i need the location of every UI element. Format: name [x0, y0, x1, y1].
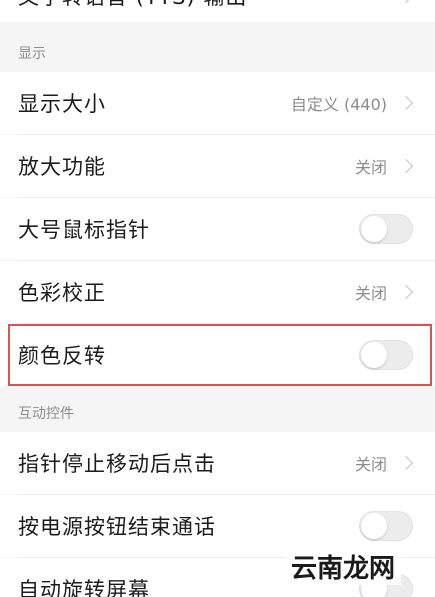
tts-output-row[interactable]: 文字转语音 (TTS) 输出 [0, 0, 435, 22]
chevron-right-icon [398, 158, 414, 174]
chevron-right-icon [398, 95, 414, 111]
color-correction-row[interactable]: 色彩校正 关闭 [0, 261, 435, 323]
magnification-row[interactable]: 放大功能 关闭 [0, 135, 435, 197]
power-ends-call-row[interactable]: 按电源按钮结束通话 [0, 495, 435, 557]
toggle-knob [361, 216, 387, 242]
color-inversion-row[interactable]: 颜色反转 [0, 324, 435, 386]
site-watermark: 云南龙网 [284, 553, 401, 585]
display-size-label: 显示大小 [18, 92, 106, 116]
power-ends-call-toggle[interactable] [359, 511, 413, 541]
magnification-value: 关闭 [354, 158, 387, 177]
large-pointer-label: 大号鼠标指针 [18, 218, 150, 242]
section-header-interaction: 互动控件 [18, 406, 74, 422]
display-size-value: 自定义 (440) [290, 95, 387, 114]
large-pointer-row[interactable]: 大号鼠标指针 [0, 198, 435, 260]
display-size-row[interactable]: 显示大小 自定义 (440) [0, 72, 435, 134]
dwell-click-value: 关闭 [354, 455, 387, 474]
toggle-knob [361, 513, 387, 539]
dwell-click-label: 指针停止移动后点击 [18, 452, 216, 476]
accessibility-settings-screen: 文字转语音 (TTS) 输出 显示 显示大小 自定义 (440) 放大功能 关闭… [0, 0, 435, 597]
color-inversion-toggle[interactable] [359, 340, 413, 370]
chevron-right-icon [398, 284, 414, 300]
dwell-click-row[interactable]: 指针停止移动后点击 关闭 [0, 432, 435, 494]
color-correction-value: 关闭 [354, 284, 387, 303]
tts-output-label: 文字转语音 (TTS) 输出 [18, 0, 387, 11]
chevron-right-icon [398, 0, 414, 4]
toggle-knob [361, 342, 387, 368]
large-pointer-toggle[interactable] [359, 214, 413, 244]
power-ends-call-label: 按电源按钮结束通话 [18, 515, 216, 539]
chevron-right-icon [398, 455, 414, 471]
color-inversion-label: 颜色反转 [18, 344, 106, 368]
section-header-display: 显示 [18, 46, 46, 62]
magnification-label: 放大功能 [18, 155, 106, 179]
color-correction-label: 色彩校正 [18, 281, 106, 305]
